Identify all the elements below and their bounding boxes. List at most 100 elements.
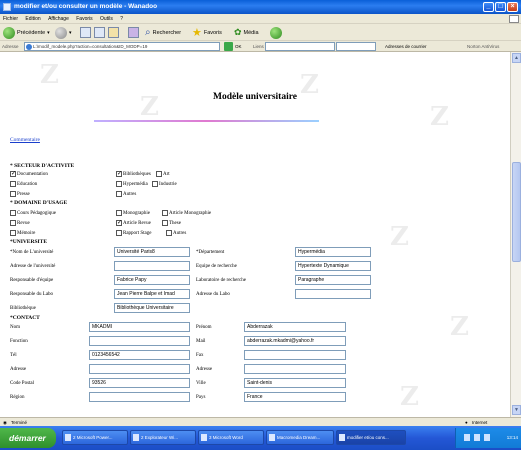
mail-addresses-button[interactable]: Adresses de courrier <box>385 44 427 49</box>
menu-outils[interactable]: Outils <box>97 14 116 24</box>
equipe-field[interactable]: Hypertexte Dynamique <box>295 261 371 271</box>
checkbox-icon <box>162 220 168 226</box>
network-icon[interactable] <box>474 434 480 441</box>
adresse-labo-field[interactable] <box>295 289 371 299</box>
task-word[interactable]: 3 Microsoft Word <box>198 430 264 445</box>
refresh-button[interactable] <box>94 26 105 39</box>
back-label: Précédente <box>17 29 46 36</box>
prenom-label: Prénom <box>196 325 212 330</box>
checkbox-bibliotheques[interactable]: Bibliothèques <box>116 170 151 177</box>
window-title-bar[interactable]: modifier et/ou consulter un modèle - Wan… <box>0 0 521 14</box>
checkbox-these[interactable]: These <box>162 220 181 226</box>
checkbox-icon <box>116 219 122 226</box>
menu-aide[interactable]: ? <box>117 14 126 24</box>
history-button[interactable] <box>270 26 282 39</box>
scroll-thumb[interactable] <box>512 162 521 262</box>
checkbox-icon <box>116 230 122 236</box>
watermark: Z <box>430 102 449 132</box>
universite-adresse-field[interactable] <box>114 261 190 271</box>
task-powerpoint[interactable]: 2 Microsoft Power... <box>62 430 128 445</box>
clock[interactable]: 13:14 <box>507 435 518 440</box>
scroll-up-icon[interactable]: ▲ <box>512 53 521 63</box>
close-button[interactable]: × <box>507 2 518 12</box>
scroll-down-icon[interactable]: ▼ <box>512 405 521 415</box>
region-field[interactable] <box>89 392 190 402</box>
stop-button[interactable] <box>80 26 91 39</box>
links-label[interactable]: Liens <box>253 44 264 49</box>
checkbox-industrie[interactable]: Industrie <box>152 181 177 187</box>
ville-field[interactable]: Saint-denis <box>244 378 346 388</box>
checkbox-autres-secteur[interactable]: Autres <box>116 191 136 197</box>
checkbox-presse[interactable]: Presse <box>10 191 30 197</box>
back-button[interactable]: Précédente ▾ <box>3 26 50 39</box>
menu-bar: Fichier Edition Affichage Favoris Outils… <box>0 14 521 24</box>
checkbox-art[interactable]: Art <box>156 171 170 177</box>
mail-field[interactable]: abderrazak.mkadmi@yahoo.fr <box>244 336 346 346</box>
menu-favoris[interactable]: Favoris <box>73 14 95 24</box>
media-button[interactable]: ✿ Média <box>234 26 259 39</box>
favorites-button[interactable]: ★ Favoris <box>192 26 222 39</box>
resp-equipe-field[interactable]: Fabrice Papy <box>114 275 190 285</box>
checkbox-rapport-stage[interactable]: Rapport Stage <box>116 230 151 236</box>
universite-nom-field[interactable]: Université Paris8 <box>114 247 190 257</box>
google-search-input[interactable] <box>265 42 335 51</box>
system-tray: 13:14 <box>455 428 521 448</box>
address-bar: Adresse L:\modif_modele.php?action=consu… <box>0 41 521 52</box>
globe-icon: ● <box>465 420 468 425</box>
checkbox-documentation[interactable]: Documentation <box>10 170 48 177</box>
departement-field[interactable]: Hypermédia <box>295 247 371 257</box>
word-icon <box>201 434 207 441</box>
folder-icon <box>133 434 139 441</box>
contact-adresse-field[interactable] <box>89 364 190 374</box>
go-icon[interactable] <box>224 42 233 51</box>
labo-field[interactable]: Paragraphe <box>295 275 371 285</box>
comment-link[interactable]: Commentaire <box>10 137 40 143</box>
secteur-heading: * SECTEUR D'ACTIVITE <box>10 163 75 169</box>
checkbox-education[interactable]: Education <box>10 181 37 187</box>
bibliotheque-field[interactable]: Bibliothèque Universitaire <box>114 303 190 313</box>
code-postal-field[interactable]: 93526 <box>89 378 190 388</box>
checkbox-revue[interactable]: Revue <box>10 220 30 226</box>
checkbox-article-monographie[interactable]: Article Monographie <box>162 210 211 216</box>
checkbox-cours-pedagogique[interactable]: Cours Pédagogique <box>10 210 56 216</box>
watermark: Z <box>40 60 59 90</box>
contact-adresse2-field[interactable] <box>244 364 346 374</box>
vertical-scrollbar[interactable]: ▲ ▼ <box>510 52 521 417</box>
app-icon <box>65 434 71 441</box>
home-icon <box>108 27 119 38</box>
prenom-field[interactable]: Abderrazak <box>244 322 346 332</box>
menu-affichage[interactable]: Affichage <box>45 14 72 24</box>
contact-nom-field[interactable]: MKADMI <box>89 322 190 332</box>
checkbox-memoire[interactable]: Mémoire <box>10 230 35 236</box>
home-button[interactable] <box>108 26 119 39</box>
menu-fichier[interactable]: Fichier <box>0 14 21 24</box>
task-dreamweaver[interactable]: Macromedia Dream... <box>266 430 334 445</box>
go-button[interactable]: OK <box>235 44 242 49</box>
address-input[interactable]: L:\modif_modele.php?action=consultation&… <box>24 42 220 51</box>
wanadoo-button[interactable] <box>128 26 139 39</box>
fonction-field[interactable] <box>89 336 190 346</box>
forward-button[interactable]: ▾ <box>55 26 72 39</box>
language-icon[interactable] <box>464 434 470 441</box>
task-explorer[interactable]: 2 Explorateur Wi... <box>130 430 196 445</box>
ie-app-icon <box>3 3 11 11</box>
tel-field[interactable]: 0123456542 <box>89 350 190 360</box>
checkbox-article-revue[interactable]: Article Revue <box>116 219 151 226</box>
start-button[interactable]: démarrer <box>0 428 56 448</box>
resp-labo-field[interactable]: Jean Pierre Balpe et Imad <box>114 289 190 299</box>
antivirus-icon[interactable] <box>484 434 490 441</box>
checkbox-autres-domaine[interactable]: Autres <box>166 230 186 236</box>
menu-edition[interactable]: Edition <box>22 14 43 24</box>
search-field[interactable] <box>336 42 376 51</box>
checkbox-monographie[interactable]: Monographie <box>116 210 150 216</box>
search-label: Rechercher <box>152 29 182 36</box>
task-browser[interactable]: modifier et/ou cons... <box>336 430 406 445</box>
minimize-button[interactable]: _ <box>483 2 494 12</box>
checkbox-hypermedia[interactable]: Hypermédia <box>116 181 148 187</box>
pays-field[interactable]: France <box>244 392 346 402</box>
watermark: Z <box>450 312 469 342</box>
fax-field[interactable] <box>244 350 346 360</box>
norton-antivirus-button[interactable]: Norton AntiVirus <box>467 44 499 49</box>
search-button[interactable]: ⌕ Rechercher <box>145 26 181 39</box>
maximize-button[interactable]: □ <box>495 2 506 12</box>
